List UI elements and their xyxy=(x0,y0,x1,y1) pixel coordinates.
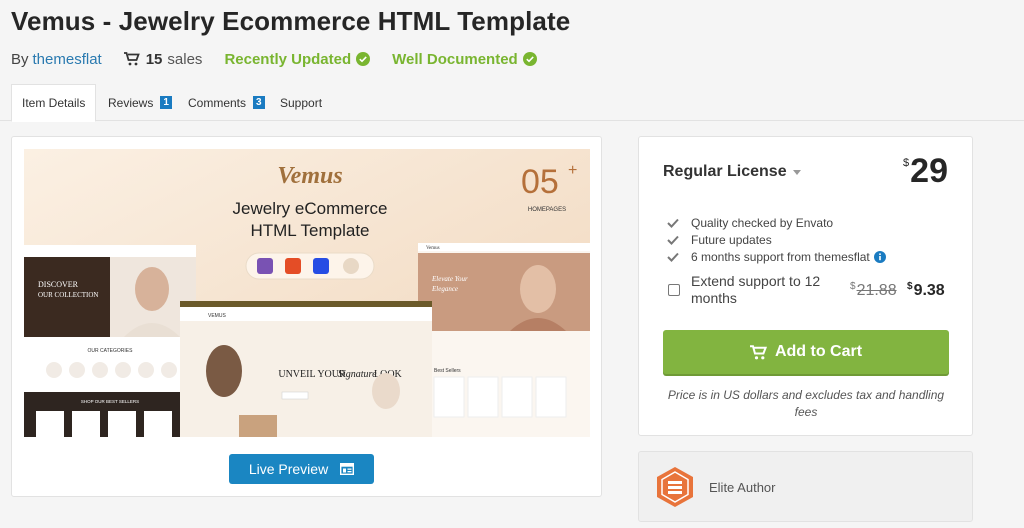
old-price-currency: $ xyxy=(850,281,856,292)
add-to-cart-label: Add to Cart xyxy=(774,343,863,360)
sales-count: 15 xyxy=(145,50,163,68)
cart-icon xyxy=(749,344,767,360)
layout-icon xyxy=(340,463,355,475)
well-documented-label: Well Documented xyxy=(392,50,518,68)
mock-hero-left-2: OUR COLLECTION xyxy=(38,291,98,299)
info-icon[interactable] xyxy=(873,250,886,263)
mock-right-section: Best Sellers xyxy=(434,368,461,374)
mock-headline-1: Jewelry eCommerce xyxy=(233,199,388,218)
elite-author-badge-icon xyxy=(655,466,695,513)
new-price-amount: 9.38 xyxy=(913,282,945,299)
mock-right-logo: Vemus xyxy=(426,246,440,251)
old-price: $ 21.88 xyxy=(850,281,897,300)
recently-updated-label: Recently Updated xyxy=(224,50,352,68)
comments-count-badge: 3 xyxy=(253,96,265,109)
tab-label: Comments xyxy=(188,95,247,110)
item-tabs: Item Details Reviews 1 Comments 3 Suppor… xyxy=(0,84,1024,122)
preview-image[interactable]: Vemus Jewelry eCommerce HTML Template 05… xyxy=(24,149,590,437)
tab-comments[interactable]: Comments 3 xyxy=(178,84,275,121)
old-price-amount: 21.88 xyxy=(856,282,897,299)
check-icon xyxy=(667,218,681,228)
feature-item: 6 months support from themesflat xyxy=(667,248,886,265)
tab-reviews[interactable]: Reviews 1 xyxy=(98,84,182,121)
license-name: Regular License xyxy=(663,163,787,180)
add-to-cart-button[interactable]: Add to Cart xyxy=(663,330,949,374)
mock-right-hero-1: Elevate Your xyxy=(431,275,468,283)
sales-word: sales xyxy=(167,50,203,68)
recently-updated-badge: Recently Updated xyxy=(224,50,371,68)
feature-text: 6 months support from themesflat xyxy=(691,249,870,264)
extend-support-label[interactable]: Extend support to 12 months xyxy=(691,273,831,307)
mock-count-label: HOMEPAGES xyxy=(528,207,566,213)
mock-count-plus: + xyxy=(568,162,577,179)
feature-text: Quality checked by Envato xyxy=(691,215,834,230)
tab-item-details[interactable]: Item Details xyxy=(11,84,97,122)
extend-support-checkbox[interactable] xyxy=(668,284,680,296)
check-icon xyxy=(667,235,681,245)
license-panel: Regular License $ 29 Quality checked by … xyxy=(638,136,973,436)
price-note: Price is in US dollars and excludes tax … xyxy=(667,388,945,419)
tab-label: Item Details xyxy=(22,96,86,110)
well-documented-badge: Well Documented xyxy=(392,51,537,68)
caret-down-icon xyxy=(792,169,801,175)
page-title: Vemus - Jewelry Ecommerce HTML Template xyxy=(11,6,571,36)
author-badge-panel: Elite Author xyxy=(638,451,973,522)
mock-center-headline-2: Signature xyxy=(338,369,377,380)
feature-list: Quality checked by Envato Future updates… xyxy=(667,214,886,265)
tab-label: Reviews xyxy=(108,95,154,110)
preview-mockup: Vemus Jewelry eCommerce HTML Template 05… xyxy=(24,149,590,437)
check-circle-icon xyxy=(356,52,371,66)
mock-brand: Vemus xyxy=(277,163,342,189)
tab-label: Support xyxy=(280,95,323,110)
cart-icon xyxy=(123,52,140,66)
preview-panel: Vemus Jewelry eCommerce HTML Template 05… xyxy=(11,136,602,497)
reviews-count-badge: 1 xyxy=(160,96,172,109)
mock-right-hero-2: Elegance xyxy=(431,285,458,293)
feature-item: Future updates xyxy=(667,231,886,248)
feature-item: Quality checked by Envato xyxy=(667,214,886,231)
live-preview-label: Live Preview xyxy=(248,461,329,477)
mock-count: 05 xyxy=(521,163,559,201)
tab-support[interactable]: Support xyxy=(270,84,332,121)
mock-center-logo: VEMUS xyxy=(208,313,226,319)
live-preview-button[interactable]: Live Preview xyxy=(229,454,374,484)
mock-categories: OUR CATEGORIES xyxy=(88,348,134,354)
price-currency: $ xyxy=(903,157,910,169)
item-meta: By themesflat 15 sales Recently Updated … xyxy=(11,50,537,68)
author-link[interactable]: themesflat xyxy=(33,51,102,68)
feature-text: Future updates xyxy=(691,232,772,247)
check-circle-icon xyxy=(522,52,537,66)
elite-author-label: Elite Author xyxy=(709,480,776,495)
license-selector[interactable]: Regular License xyxy=(663,163,801,181)
mock-center-headline-1: UNVEIL YOUR xyxy=(278,369,346,380)
new-price-currency: $ xyxy=(907,281,913,292)
extend-support-option: Extend support to 12 months $ 21.88 $ 9.… xyxy=(667,273,951,307)
mock-headline-2: HTML Template xyxy=(250,221,369,240)
mock-shop: SHOP OUR BEST SELLERS xyxy=(81,399,139,404)
license-price: $ 29 xyxy=(903,153,948,189)
check-icon xyxy=(667,252,681,262)
price-amount: 29 xyxy=(910,152,948,190)
by-label: By xyxy=(11,50,29,68)
new-price: $ 9.38 xyxy=(907,281,945,300)
sales-info: 15 sales xyxy=(123,50,203,68)
mock-hero-left-1: DISCOVER xyxy=(38,280,79,289)
